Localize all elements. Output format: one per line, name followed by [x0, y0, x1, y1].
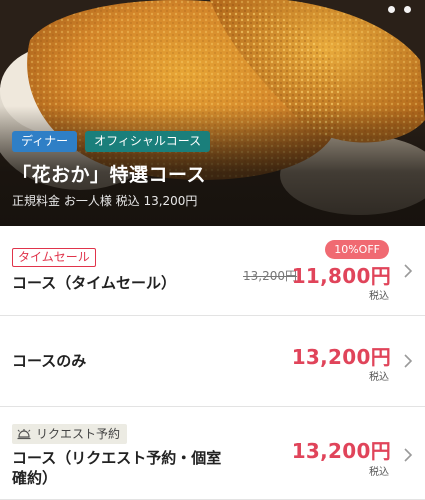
course-title: 「花おか」特選コース: [12, 164, 207, 186]
course-price: 13,200円: [291, 345, 391, 369]
carousel-dot[interactable]: [404, 6, 411, 13]
carousel-dot[interactable]: [388, 6, 395, 13]
tax-included-label: 税込: [369, 467, 389, 478]
course-option-time-sale[interactable]: タイムセール コース（タイムセール） 10%OFF 13,200円 11,800…: [0, 226, 425, 316]
tag-official-course: オフィシャルコース: [85, 131, 211, 152]
sale-price: 11,800円: [291, 264, 391, 288]
request-reservation-badge: リクエスト予約: [12, 424, 128, 444]
carousel-dots[interactable]: [388, 6, 411, 13]
time-sale-badge: タイムセール: [12, 248, 96, 267]
chevron-right-icon: [404, 448, 413, 462]
course-name-line2: 確約）: [12, 469, 58, 487]
course-options-list: タイムセール コース（タイムセール） 10%OFF 13,200円 11,800…: [0, 226, 425, 500]
course-option-request-reservation[interactable]: リクエスト予約 コース（リクエスト予約・個室 確約） 13,200円 税込: [0, 407, 425, 500]
course-name: コースのみ: [12, 352, 87, 370]
course-hero-image: ディナー オフィシャルコース 「花おか」特選コース 正規料金 お一人様 税込 1…: [0, 0, 425, 226]
request-badge-label: リクエスト予約: [36, 427, 121, 441]
tax-included-label: 税込: [369, 372, 389, 383]
hero-tags: ディナー オフィシャルコース: [12, 131, 211, 152]
course-price: 13,200円: [291, 439, 391, 463]
course-option-course-only[interactable]: コースのみ 13,200円 税込: [0, 316, 425, 407]
course-name-line1: コース（リクエスト予約・個室: [12, 449, 222, 467]
chevron-right-icon: [404, 264, 413, 278]
chevron-right-icon: [404, 354, 413, 368]
tax-included-label: 税込: [369, 291, 389, 302]
course-name: コース（タイムセール）: [12, 274, 176, 292]
regular-price-text: 正規料金 お一人様 税込 13,200円: [12, 194, 198, 208]
tag-dinner: ディナー: [12, 131, 78, 152]
original-price: 13,200円: [243, 269, 297, 283]
service-bell-icon: [17, 429, 31, 440]
discount-badge: 10%OFF: [325, 240, 389, 259]
